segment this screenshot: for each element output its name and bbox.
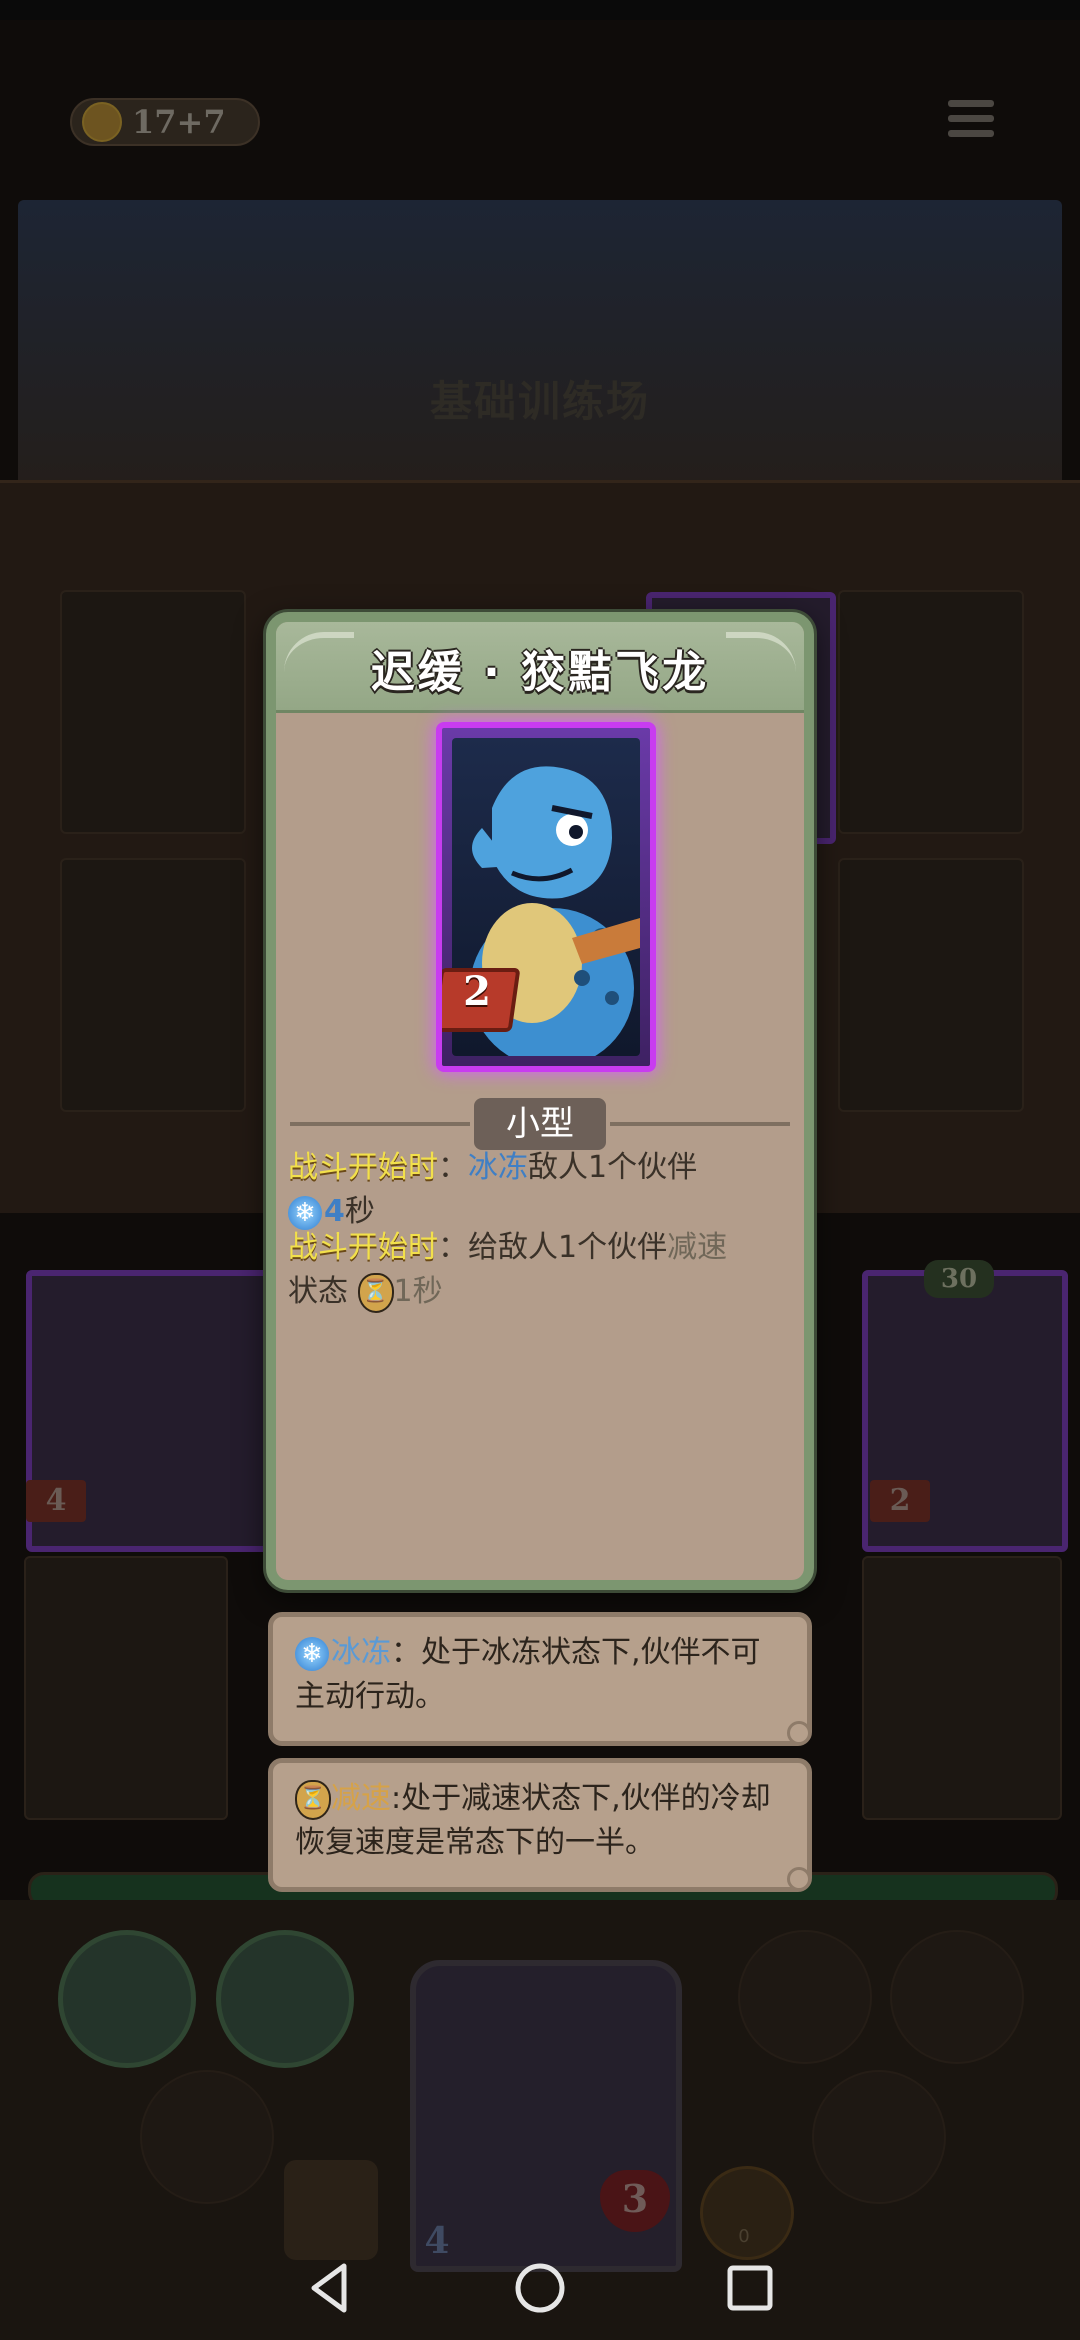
tooltip-freeze: ❄ 冰冻：处于冰冻状态下,伙伴不可主动行动。 [268,1612,812,1746]
slow-icon: ⏳ [357,1272,394,1313]
board-slot[interactable] [838,590,1024,834]
card-cost-badge: 4 [26,1480,86,1522]
skill-button-trap[interactable] [216,1930,354,2068]
card-cost: 2 [463,968,491,1015]
snowflake-icon: ❄ [288,1195,322,1230]
ability-keyword: 减速 [667,1230,728,1265]
home-icon[interactable] [510,2258,570,2318]
ability-value: 4 [324,1194,345,1229]
card-hp-badge: 30 [924,1260,994,1298]
recents-icon[interactable] [720,2258,780,2318]
coin-count: 17+7 [132,103,226,141]
arena-title: 基础训练场 [429,377,650,426]
snowflake-icon: ❄ [295,1636,329,1671]
board-slot[interactable] [60,590,246,834]
card-detail-modal: 迟缓 · 狡黠飞龙 2 小型 战斗开始时：冰冻敌人1个伙伴 ❄ 4秒 战斗开始时… [266,612,814,1590]
tooltip-keyword: 冰冻 [331,1635,391,1670]
empty-skill-slot[interactable] [812,2070,946,2204]
ability-text: 敌人1个伙伴 [528,1150,698,1185]
empty-skill-slot[interactable] [140,2070,274,2204]
hero-health: 3 [621,2176,649,2221]
empty-skill-slot[interactable] [738,1930,872,2064]
empty-skill-slot[interactable] [890,1930,1024,2064]
ability-value: 1秒 [393,1274,443,1309]
size-tag: 小型 [474,1098,606,1150]
tooltip-keyword: 减速 [331,1781,391,1816]
card-cost-badge: 2 [870,1480,930,1522]
ability-text: 给敌人1个伙伴 [468,1230,668,1265]
ability-line-1: 战斗开始时：冰冻敌人1个伙伴 ❄ 4秒 [288,1150,698,1230]
skill-button-fangs[interactable] [58,1930,196,2068]
board-slot[interactable] [60,858,246,1112]
ability-keyword: 冰冻 [468,1150,528,1185]
ability-unit: 秒 [344,1194,375,1229]
board-slot[interactable] [838,858,1024,1112]
card-art: 2 [436,722,656,1072]
divider-left [290,1122,470,1126]
status-bar [0,0,1080,20]
back-icon[interactable] [300,2258,360,2318]
coin-counter: 17+7 [70,98,260,146]
ability-trigger: 战斗开始时 [288,1150,438,1185]
ornament-icon [787,1721,811,1745]
hamburger-menu-icon[interactable] [948,100,994,144]
bench-slot[interactable] [24,1556,228,1820]
ability-text-after: 状态 [288,1274,348,1309]
divider-right [610,1122,790,1126]
slow-icon: ⏳ [295,1779,331,1820]
ability-trigger: 战斗开始时 [288,1230,438,1265]
card-title: 迟缓 · 狡黠飞龙 [370,647,710,698]
bench-slot[interactable] [862,1556,1062,1820]
system-nav-bar [0,2236,1080,2340]
tooltip-slow: ⏳ 减速:处于减速状态下,伙伴的冷却恢复速度是常态下的一半。 [268,1758,812,1892]
ability-line-2: 战斗开始时：给敌人1个伙伴减速 状态 ⏳ 1秒 [288,1226,788,1314]
coin-icon [82,102,122,142]
ornament-icon [787,1867,811,1891]
